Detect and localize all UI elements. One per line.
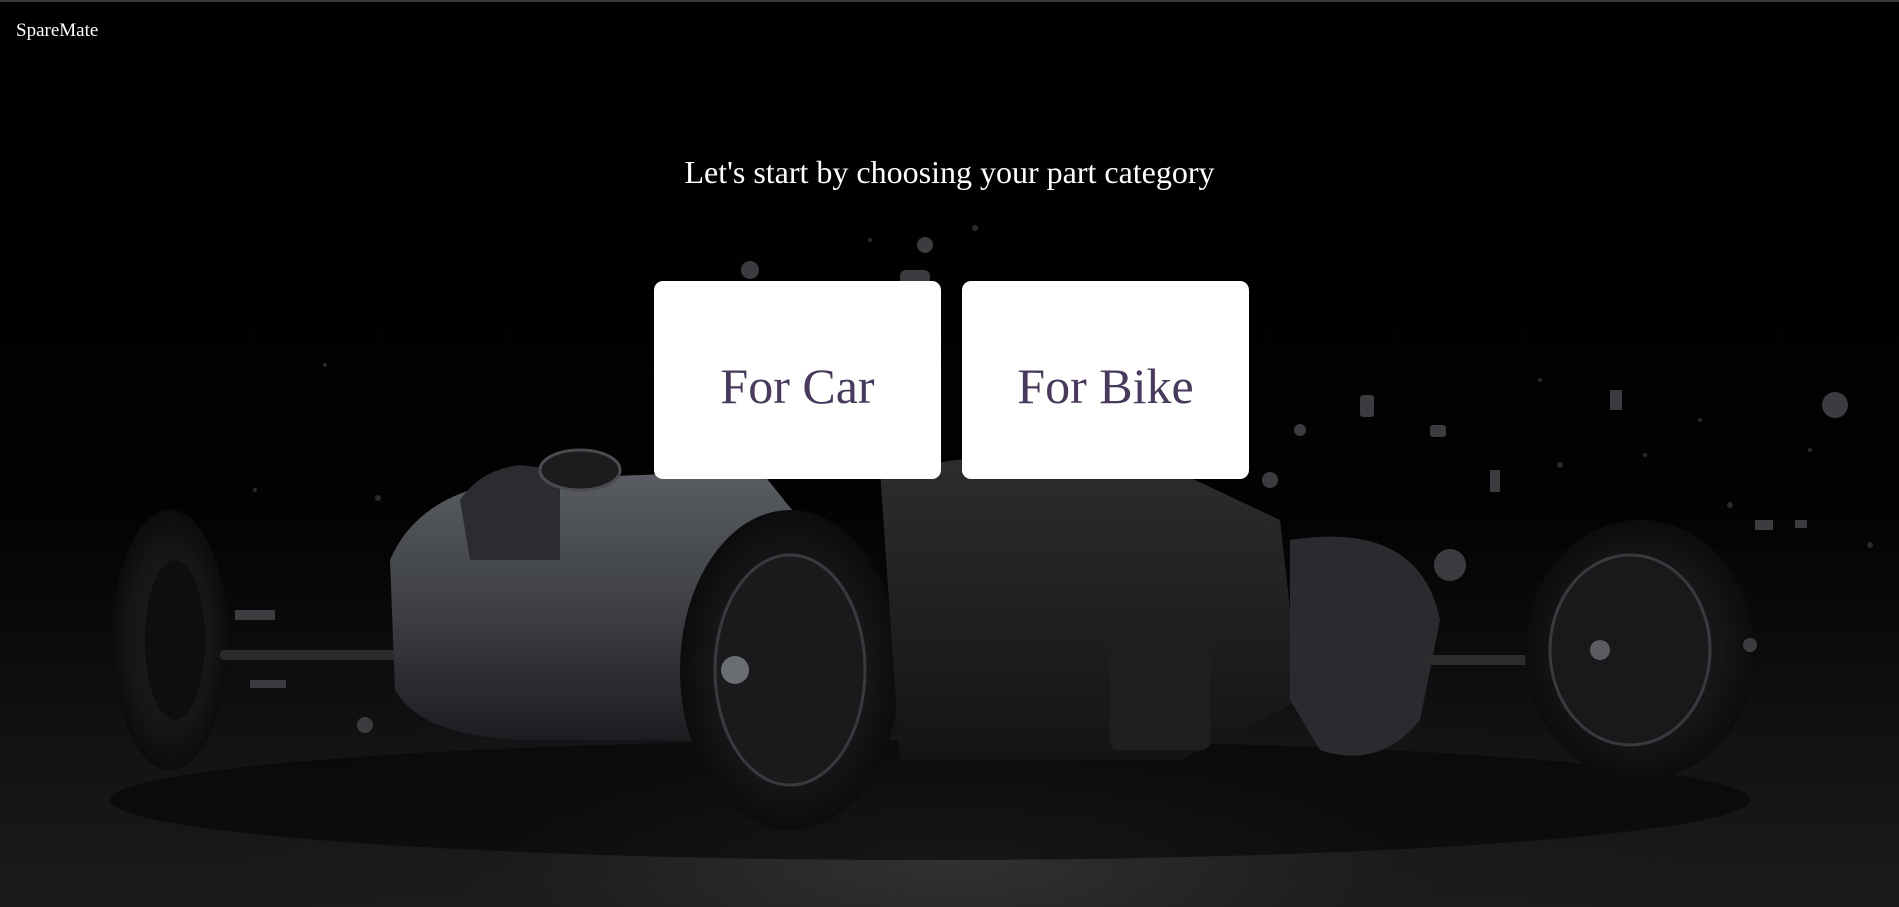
page-title: Let's start by choosing your part catego… xyxy=(684,154,1215,190)
category-card-car-label: For Car xyxy=(720,358,875,414)
brand-logo[interactable]: SpareMate xyxy=(16,20,98,42)
exploded-car-image xyxy=(110,225,1873,860)
category-card-car[interactable]: For Car xyxy=(654,281,941,479)
category-card-bike-label: For Bike xyxy=(1017,358,1194,414)
category-card-bike[interactable]: For Bike xyxy=(962,281,1249,479)
